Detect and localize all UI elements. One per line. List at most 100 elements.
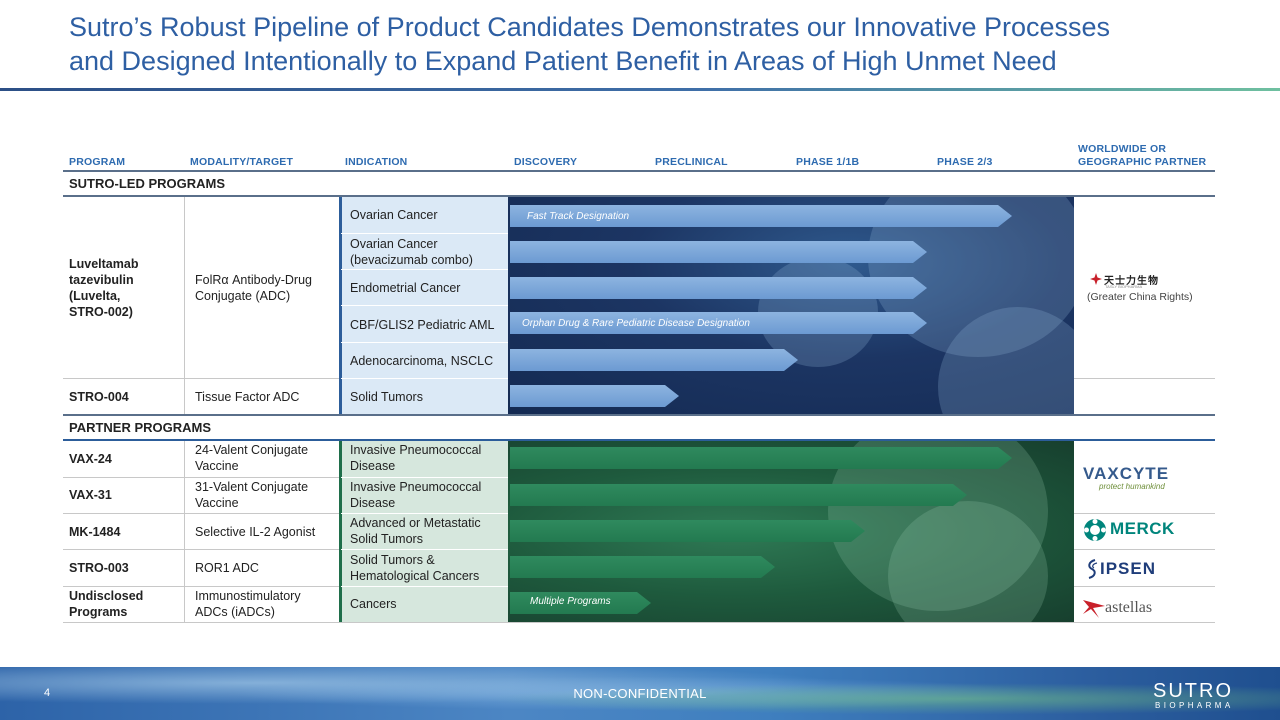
col-divider (184, 197, 185, 414)
pipeline-bar-vax31 (510, 484, 967, 506)
modality-stro003: ROR1 ADC (195, 561, 259, 575)
title-line-2: and Designed Intentionally to Expand Pat… (69, 46, 1057, 76)
indication-line: Advanced or Metastatic (350, 516, 481, 530)
indication-stro004: Solid Tumors (350, 390, 423, 404)
indication-sep (341, 305, 508, 306)
row-divider (63, 622, 1215, 623)
header-phase23: PHASE 2/3 (937, 156, 993, 168)
tasly-logo-icon (1090, 273, 1102, 285)
header-phase1: PHASE 1/1B (796, 156, 860, 168)
vaxcyte-tagline: protect humankind (1099, 482, 1165, 491)
header-rule (63, 170, 1215, 172)
col-divider (184, 441, 185, 623)
indication-mk1484: Advanced or Metastatic Solid Tumors (350, 515, 481, 547)
row-divider (63, 513, 339, 514)
merck-logo-icon (1084, 519, 1106, 541)
modality-stro004: Tissue Factor ADC (195, 390, 300, 404)
indication-vax31: Invasive Pneumococcal Disease (350, 479, 481, 511)
page-title: Sutro’s Robust Pipeline of Product Candi… (69, 10, 1249, 78)
indication-vax24: Invasive Pneumococcal Disease (350, 442, 481, 474)
modality-line: Immunostimulatory (195, 589, 301, 603)
modality-vax24: 24-Valent Conjugate Vaccine (195, 442, 308, 474)
partner-rights-note: (Greater China Rights) (1087, 291, 1193, 303)
ipsen-logo-icon (1088, 559, 1098, 579)
annotation-orphan-drug: Orphan Drug & Rare Pediatric Disease Des… (522, 318, 750, 329)
program-stro004: STRO-004 (69, 390, 129, 404)
indication-sep (341, 586, 508, 587)
row-divider (1074, 586, 1215, 587)
modality-luvelta-line: Conjugate (ADC) (195, 289, 291, 303)
indication-line: (bevacizumab combo) (350, 253, 473, 267)
indication-line: Disease (350, 459, 396, 473)
row-divider (1074, 378, 1215, 379)
program-undisclosed: Undisclosed Programs (69, 588, 143, 620)
row-divider (63, 586, 339, 587)
modality-luvelta: FolRα Antibody-Drug Conjugate (ADC) (195, 272, 312, 304)
row-divider (1074, 549, 1215, 550)
program-vax31: VAX-31 (69, 488, 112, 502)
modality-line: Vaccine (195, 496, 239, 510)
header-program: PROGRAM (69, 156, 126, 168)
indication-undisclosed: Cancers (350, 597, 397, 611)
ipsen-logo-text: IPSEN (1100, 559, 1157, 578)
indication-line: Invasive Pneumococcal (350, 480, 482, 494)
program-line: Undisclosed (69, 589, 144, 603)
row-divider (63, 477, 339, 478)
indication-line: Solid Tumors (350, 532, 423, 546)
indication-sep (341, 378, 508, 379)
modality-line: 31-Valent Conjugate (195, 480, 309, 494)
indication-ovarian-bev: Ovarian Cancer (bevacizumab combo) (350, 236, 473, 268)
pipeline-bar-vax24 (510, 447, 1012, 469)
indication-line: Solid Tumors & (350, 553, 435, 567)
program-luvelta-line: Luveltamab (69, 257, 139, 271)
modality-luvelta-line: FolRα Antibody-Drug (195, 273, 312, 287)
header-partner: WORLDWIDE OR GEOGRAPHIC PARTNER (1078, 143, 1206, 169)
header-partner-line2: GEOGRAPHIC PARTNER (1078, 156, 1207, 168)
indication-sep (341, 513, 508, 514)
header-partner-line1: WORLDWIDE OR (1078, 143, 1167, 155)
pipeline-bar-ovarian-bev (510, 241, 927, 263)
phase-area-sutro (508, 197, 1074, 414)
header-indication: INDICATION (345, 156, 408, 168)
astellas-logo-icon (1083, 600, 1105, 618)
modality-vax31: 31-Valent Conjugate Vaccine (195, 479, 308, 511)
section-partner-rule (63, 439, 1215, 441)
astellas-logo-text: astellas (1105, 599, 1153, 616)
sutro-logo-sub: BIOPHARMA (1155, 701, 1234, 710)
program-luvelta: Luveltamab tazevibulin (Luvelta, STRO-00… (69, 256, 138, 320)
indication-sep (341, 269, 508, 270)
pipeline-bar-mk1484 (510, 520, 865, 542)
indication-sep (341, 342, 508, 343)
row-divider (63, 549, 339, 550)
indication-line: Invasive Pneumococcal (350, 443, 482, 457)
program-mk1484: MK-1484 (69, 525, 121, 539)
indication-line: Ovarian Cancer (350, 237, 438, 251)
section-partner-top-rule (63, 414, 1215, 416)
merck-logo-text: MERCK (1110, 519, 1175, 538)
modality-mk1484: Selective IL-2 Agonist (195, 525, 316, 539)
program-line: Programs (69, 605, 128, 619)
header-discovery: DISCOVERY (514, 156, 578, 168)
indication-nsclc: Adenocarcinoma, NSCLC (350, 354, 494, 368)
indication-stro003: Solid Tumors & Hematological Cancers (350, 552, 479, 584)
row-divider (63, 378, 339, 379)
indication-line: Disease (350, 496, 396, 510)
program-vax24: VAX-24 (69, 452, 112, 466)
indication-sep (341, 549, 508, 550)
modality-line: ADCs (iADCs) (195, 605, 275, 619)
modality-line: Vaccine (195, 459, 239, 473)
pipeline-bar-stro004 (510, 385, 679, 407)
pipeline-bar-endometrial (510, 277, 927, 299)
indication-sep (341, 477, 508, 478)
tasly-logo-sub: TASLY BIOPHARMA (1105, 284, 1143, 289)
confidentiality-label: NON-CONFIDENTIAL (573, 686, 707, 701)
title-line-1: Sutro’s Robust Pipeline of Product Candi… (69, 12, 1111, 42)
annotation-fast-track: Fast Track Designation (527, 211, 630, 222)
program-stro003: STRO-003 (69, 561, 129, 575)
program-luvelta-line: (Luvelta, (69, 289, 121, 303)
title-rule (0, 88, 1280, 91)
modality-undisclosed: Immunostimulatory ADCs (iADCs) (195, 588, 301, 620)
indication-sep (341, 233, 508, 234)
indication-line: Hematological Cancers (350, 569, 480, 583)
pipeline-bar-stro003 (510, 556, 775, 578)
